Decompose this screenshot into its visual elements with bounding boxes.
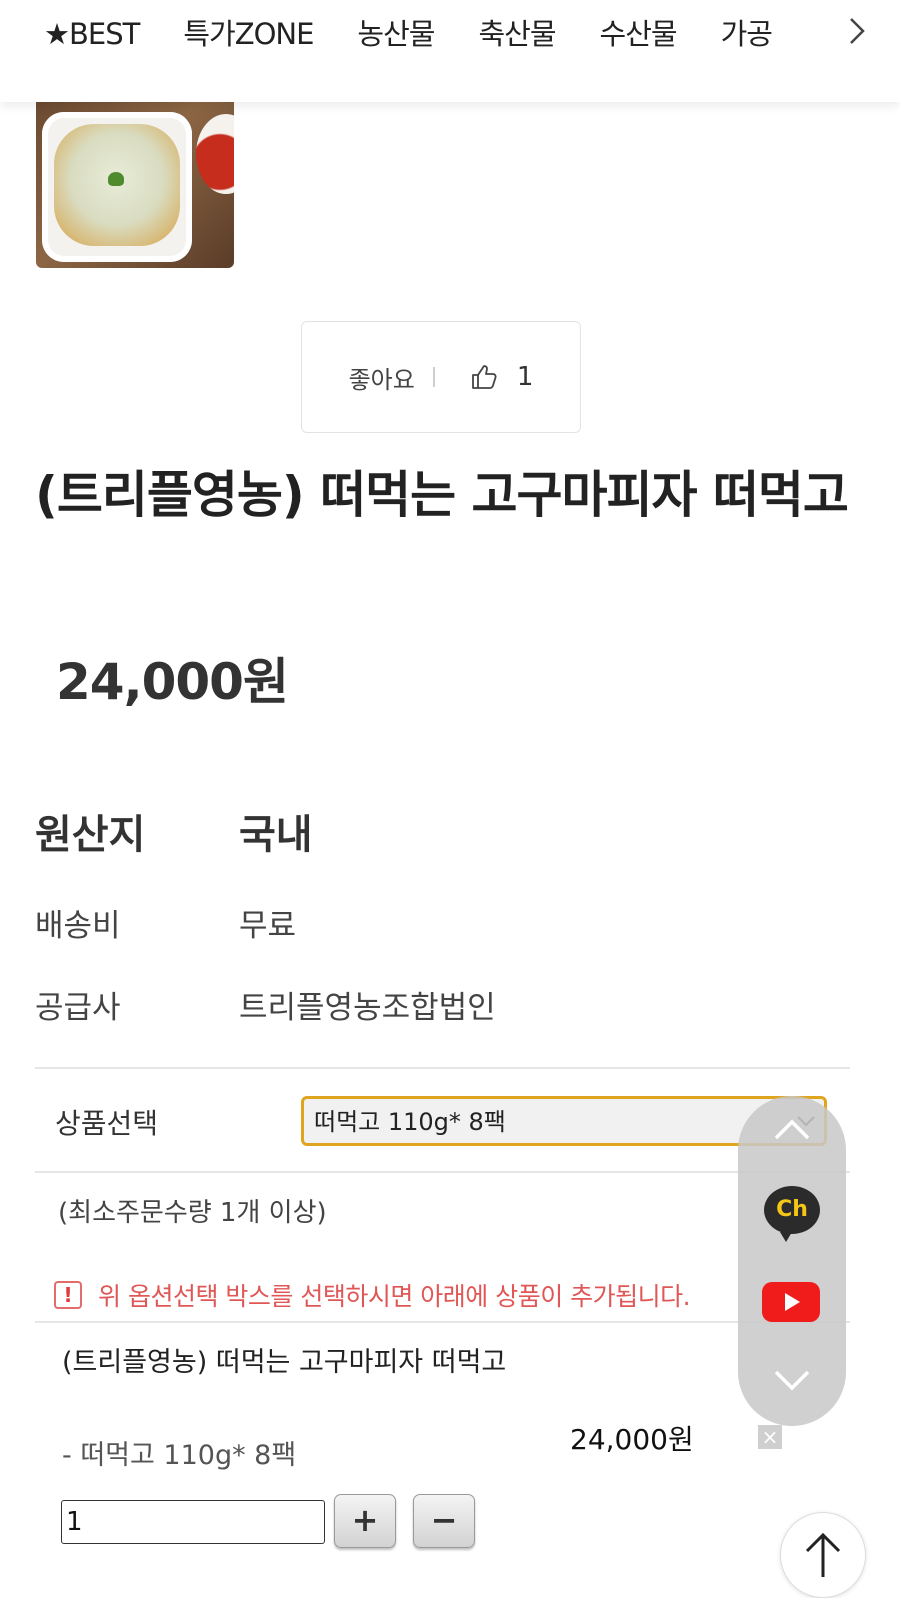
option-notice: ! 위 옵션선택 박스를 선택하시면 아래에 상품이 추가됩니다. bbox=[54, 1278, 691, 1312]
youtube-icon[interactable] bbox=[762, 1282, 820, 1322]
divider bbox=[35, 1171, 850, 1173]
supplier-value: 트리플영농조합법인 bbox=[239, 990, 496, 1026]
quantity-plus-button[interactable]: + bbox=[334, 1494, 396, 1548]
like-count: 1 bbox=[516, 362, 534, 392]
close-icon[interactable]: × bbox=[758, 1425, 782, 1449]
quantity-input[interactable] bbox=[61, 1500, 325, 1544]
option-selected-value: 떠먹고 110g* 8팩 bbox=[314, 1108, 506, 1136]
origin-value: 국내 bbox=[239, 812, 313, 858]
like-divider bbox=[432, 367, 435, 387]
like-label: 좋아요 bbox=[348, 365, 415, 394]
product-title: (트리플영농) 떠먹는 고구마피자 떠먹고 bbox=[35, 466, 849, 524]
selected-item-price: 24,000원 bbox=[570, 1423, 694, 1456]
divider bbox=[35, 1067, 850, 1069]
tab-seafood[interactable]: 수산물 bbox=[600, 14, 678, 54]
like-button[interactable]: 좋아요 1 bbox=[301, 321, 581, 433]
shipping-label: 배송비 bbox=[35, 908, 121, 944]
tab-processed[interactable]: 가공 bbox=[721, 14, 773, 54]
tab-livestock[interactable]: 축산물 bbox=[478, 14, 556, 54]
min-order-text: (최소주문수량 1개 이상) bbox=[58, 1198, 327, 1228]
option-notice-text: 위 옵션선택 박스를 선택하시면 아래에 상품이 추가됩니다. bbox=[98, 1282, 691, 1311]
option-label: 상품선택 bbox=[55, 1107, 159, 1140]
arrow-up-icon bbox=[805, 1532, 841, 1577]
tab-agricultural[interactable]: 농산물 bbox=[357, 14, 435, 54]
chevron-up-icon[interactable] bbox=[772, 1114, 812, 1144]
product-price: 24,000원 bbox=[56, 653, 289, 711]
product-thumbnail[interactable] bbox=[36, 102, 234, 268]
tab-special-zone[interactable]: 특가ZONE bbox=[183, 14, 314, 54]
thumbnail-sauce bbox=[196, 114, 234, 194]
thumbnail-herb bbox=[108, 172, 124, 186]
divider bbox=[35, 1321, 850, 1323]
supplier-label: 공급사 bbox=[35, 990, 121, 1026]
category-tabs: ★BEST 특가ZONE 농산물 축산물 수산물 가공 bbox=[44, 14, 844, 54]
shipping-value: 무료 bbox=[239, 908, 297, 944]
quantity-minus-button[interactable]: − bbox=[413, 1494, 475, 1548]
selected-item-name: (트리플영농) 떠먹는 고구마피자 떠먹고 bbox=[62, 1347, 507, 1378]
tab-best[interactable]: ★BEST bbox=[44, 14, 140, 54]
exclamation-icon: ! bbox=[54, 1281, 82, 1309]
chevron-right-icon[interactable] bbox=[840, 16, 874, 52]
origin-label: 원산지 bbox=[35, 812, 146, 858]
category-nav: ★BEST 특가ZONE 농산물 축산물 수산물 가공 bbox=[0, 0, 900, 102]
selected-item-option: - 떠먹고 110g* 8팩 bbox=[62, 1440, 297, 1471]
scroll-to-top-button[interactable] bbox=[780, 1512, 866, 1598]
chevron-down-icon[interactable] bbox=[772, 1366, 812, 1396]
thumbs-up-icon bbox=[471, 365, 497, 389]
kakao-channel-icon[interactable]: Ch bbox=[764, 1186, 820, 1242]
floating-side-widget: Ch bbox=[738, 1096, 846, 1426]
